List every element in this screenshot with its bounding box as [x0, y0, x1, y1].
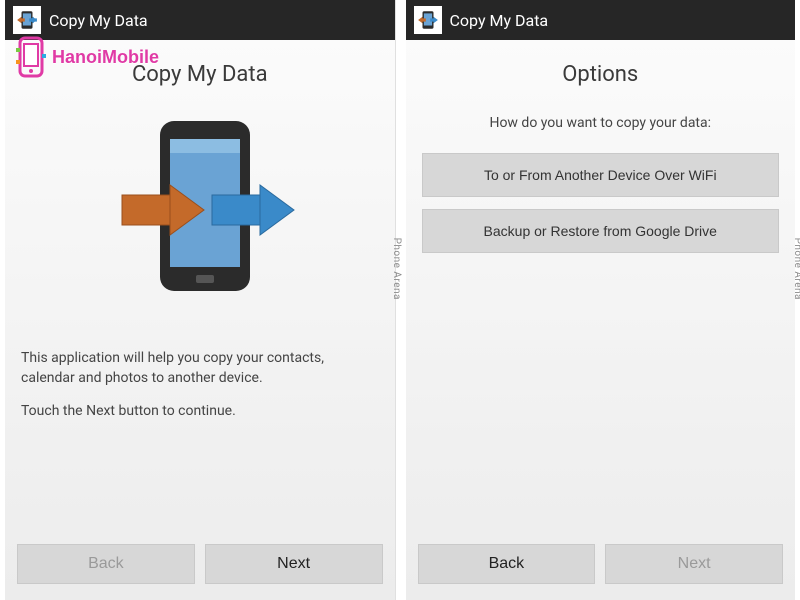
- page-title: Options: [422, 62, 780, 87]
- footer-buttons: Back Next: [406, 534, 796, 600]
- app-icon: [13, 6, 41, 34]
- source-watermark: Phone Arena: [792, 238, 800, 300]
- page-title: Copy My Data: [21, 62, 379, 87]
- actionbar: Copy My Data: [406, 0, 796, 40]
- content-area: Copy My Data: [5, 40, 395, 534]
- back-button[interactable]: Back: [418, 544, 596, 584]
- option-google-drive-button[interactable]: Backup or Restore from Google Drive: [422, 209, 780, 253]
- screen-welcome: Copy My Data Copy My Data: [5, 0, 396, 600]
- next-button[interactable]: Next: [605, 544, 783, 584]
- description-line-2: Touch the Next button to continue.: [21, 402, 379, 422]
- actionbar-title: Copy My Data: [450, 11, 549, 30]
- footer-buttons: Back Next: [5, 534, 395, 600]
- transfer-illustration: [21, 109, 379, 309]
- source-watermark: Phone Arena: [391, 238, 402, 300]
- app-icon: [414, 6, 442, 34]
- subtitle: How do you want to copy your data:: [422, 115, 780, 131]
- option-wifi-button[interactable]: To or From Another Device Over WiFi: [422, 153, 780, 197]
- actionbar-title: Copy My Data: [49, 11, 148, 30]
- description-text: This application will help you copy your…: [21, 349, 379, 436]
- description-line-1: This application will help you copy your…: [21, 349, 379, 388]
- copy-arrows-icon: [100, 109, 300, 309]
- actionbar: Copy My Data: [5, 0, 395, 40]
- screen-options: Copy My Data Options How do you want to …: [406, 0, 796, 600]
- back-button[interactable]: Back: [17, 544, 195, 584]
- next-button[interactable]: Next: [205, 544, 383, 584]
- content-area: Options How do you want to copy your dat…: [406, 40, 796, 534]
